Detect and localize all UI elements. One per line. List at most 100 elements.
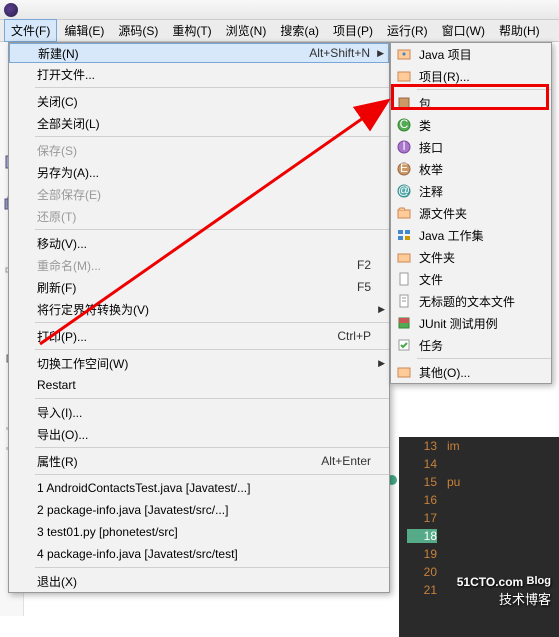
submenu-item-class[interactable]: C 类 [391,114,551,136]
text-file-icon [396,293,412,309]
submenu-item-java-project[interactable]: Java 项目 [391,43,551,65]
submenu-item-task[interactable]: 任务 [391,334,551,356]
menu-label: 导入(I)... [35,404,389,421]
menu-item-import[interactable]: 导入(I)... [9,401,389,423]
watermark-main: 51CTO.com [457,575,523,589]
submenu-item-annotation[interactable]: @ 注释 [391,180,551,202]
submenu-item-folder[interactable]: 文件夹 [391,246,551,268]
submenu-label: 包 [417,95,551,112]
submenu-label: 源文件夹 [417,205,551,222]
menu-label: 关闭(C) [35,93,389,110]
submenu-item-project[interactable]: 项目(R)... [391,65,551,87]
java-project-icon [396,46,412,62]
menu-search[interactable]: 搜索(a) [273,19,326,42]
code-text: im [447,439,460,453]
menu-item-save[interactable]: 保存(S) [9,139,389,161]
menu-file[interactable]: 文件(F) [4,19,57,42]
submenu-item-enum[interactable]: E 枚举 [391,158,551,180]
menu-item-close[interactable]: 关闭(C) [9,90,389,112]
menu-item-rename[interactable]: 重命名(M)...F2 [9,254,389,276]
menu-help[interactable]: 帮助(H) [492,19,547,42]
new-submenu: Java 项目 项目(R)... 包 C 类 I 接口 E 枚举 @ 注释 [390,42,552,384]
menu-label: 2 package-info.java [Javatest/src/...] [35,503,389,517]
svg-text:@: @ [398,183,410,197]
submenu-arrow-icon: ▶ [377,48,384,59]
submenu-item-junit[interactable]: JUnit 测试用例 [391,312,551,334]
folder-icon [396,249,412,265]
menu-label: 全部关闭(L) [35,115,389,132]
menu-item-open-file[interactable]: 打开文件... [9,63,389,85]
menu-item-restart[interactable]: Restart [9,374,389,396]
svg-text:E: E [400,161,408,175]
menu-item-recent-3[interactable]: 3 test01.py [phonetest/src] [9,521,389,543]
menu-item-save-as[interactable]: 另存为(A)... [9,161,389,183]
menu-item-switch-workspace[interactable]: 切换工作空间(W)▶ [9,352,389,374]
svg-text:C: C [400,117,409,131]
submenu-item-untitled-text[interactable]: 无标题的文本文件 [391,290,551,312]
menu-source[interactable]: 源码(S) [111,19,165,42]
menu-separator [35,136,389,137]
menu-refactor[interactable]: 重构(T) [165,19,218,42]
watermark-sub: 技术博客 [457,589,551,608]
menu-label: 3 test01.py [phonetest/src] [35,525,389,539]
submenu-item-other[interactable]: 其他(O)... [391,361,551,383]
annotation-icon: @ [396,183,412,199]
junit-icon [396,315,412,331]
menu-label: Restart [35,378,389,392]
project-icon [396,68,412,84]
menu-item-convert-delimiters[interactable]: 将行定界符转换为(V)▶ [9,298,389,320]
watermark: 51CTO.com Blog 技术博客 [457,575,551,608]
interface-icon: I [396,139,412,155]
menu-label: 切换工作空间(W) [35,355,389,372]
work-area: 13im 14 15pu 16 17 18 19 20 21 新建(N) Alt… [0,42,559,616]
line-number: 15 [407,475,437,489]
menu-window[interactable]: 窗口(W) [435,19,492,42]
menu-label: 全部保存(E) [35,186,389,203]
menu-item-revert[interactable]: 还原(T) [9,205,389,227]
submenu-label: 文件夹 [417,249,551,266]
submenu-item-source-folder[interactable]: 源文件夹 [391,202,551,224]
eclipse-logo-icon [4,3,18,17]
line-number: 17 [407,511,437,525]
menu-item-close-all[interactable]: 全部关闭(L) [9,112,389,134]
menu-label: 将行定界符转换为(V) [35,301,389,318]
menu-item-new[interactable]: 新建(N) Alt+Shift+N ▶ [9,43,389,63]
menu-label: 4 package-info.java [Javatest/src/test] [35,547,389,561]
menu-separator [35,398,389,399]
menu-item-recent-1[interactable]: 1 AndroidContactsTest.java [Javatest/...… [9,477,389,499]
submenu-item-file[interactable]: 文件 [391,268,551,290]
menu-item-save-all[interactable]: 全部保存(E) [9,183,389,205]
menu-separator [35,447,389,448]
menu-edit[interactable]: 编辑(E) [57,19,111,42]
svg-text:I: I [402,139,405,153]
menu-item-export[interactable]: 导出(O)... [9,423,389,445]
menu-navigate[interactable]: 浏览(N) [219,19,274,42]
submenu-label: 类 [417,117,551,134]
menu-shortcut: Alt+Enter [321,454,389,468]
code-text: pu [447,475,460,489]
file-menu-dropdown: 新建(N) Alt+Shift+N ▶ 打开文件... 关闭(C) 全部关闭(L… [8,42,390,593]
submenu-label: Java 项目 [417,46,551,63]
submenu-item-working-set[interactable]: Java 工作集 [391,224,551,246]
menu-item-exit[interactable]: 退出(X) [9,570,389,592]
menu-item-recent-2[interactable]: 2 package-info.java [Javatest/src/...] [9,499,389,521]
menu-label: 还原(T) [35,208,389,225]
menu-item-move[interactable]: 移动(V)... [9,232,389,254]
menu-separator [35,474,389,475]
title-bar [0,0,559,20]
source-folder-icon [396,205,412,221]
menu-run[interactable]: 运行(R) [380,19,435,42]
menu-item-print[interactable]: 打印(P)...Ctrl+P [9,325,389,347]
menu-item-refresh[interactable]: 刷新(F)F5 [9,276,389,298]
submenu-item-interface[interactable]: I 接口 [391,136,551,158]
menu-item-recent-4[interactable]: 4 package-info.java [Javatest/src/test] [9,543,389,565]
menu-item-properties[interactable]: 属性(R)Alt+Enter [9,450,389,472]
line-number: 13 [407,439,437,453]
menu-label: 打印(P)... [35,328,337,345]
line-number: 19 [407,547,437,561]
menu-label: 保存(S) [35,142,389,159]
menu-project[interactable]: 项目(P) [326,19,380,42]
submenu-item-package[interactable]: 包 [391,92,551,114]
submenu-label: 其他(O)... [417,364,551,381]
task-icon [396,337,412,353]
